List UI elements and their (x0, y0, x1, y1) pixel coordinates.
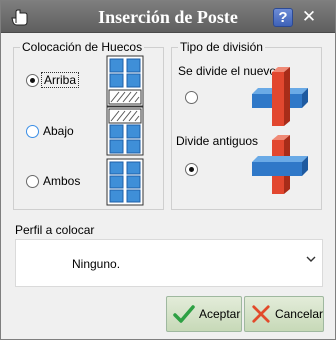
radio-ambos[interactable]: Ambos (26, 172, 80, 190)
perfil-select[interactable]: Ninguno. (15, 239, 323, 287)
window-both-hollow-icon (106, 158, 144, 206)
radio-divide-antiguos[interactable] (185, 160, 198, 178)
help-button[interactable]: ? (273, 8, 293, 27)
dialog-window: Inserción de Poste ? ✕ Colocación de Hue… (0, 0, 336, 340)
perfil-label: Perfil a colocar (15, 223, 95, 237)
tipo-option-2-label: Divide antiguos (176, 134, 259, 148)
checkmark-icon (173, 305, 195, 323)
radio-abajo[interactable]: Abajo (26, 122, 74, 140)
window-bottom-hollow-icon (106, 106, 144, 156)
window-top-hollow-icon (106, 55, 144, 107)
close-icon: ✕ (301, 7, 317, 26)
help-icon: ? (278, 9, 288, 26)
perfil-select-value: Ninguno. (72, 257, 121, 271)
radio-ambos-indicator[interactable] (26, 174, 39, 188)
post-split-old-icon (252, 135, 308, 194)
radio-arriba[interactable]: Arriba (26, 71, 80, 89)
accept-button[interactable]: Aceptar (166, 296, 242, 332)
cancel-button-label: Cancelar (274, 307, 323, 321)
radio-ambos-label: Ambos (43, 174, 81, 188)
radio-se-divide-nuevo-indicator[interactable] (185, 90, 198, 104)
colocacion-group: Colocación de Huecos Arriba Abajo Ambos (13, 40, 164, 210)
radio-se-divide-nuevo[interactable] (185, 88, 198, 106)
radio-abajo-label: Abajo (43, 124, 74, 138)
title-bar[interactable]: Inserción de Poste ? ✕ (1, 1, 335, 33)
cross-icon (252, 305, 270, 323)
cancel-button[interactable]: Cancelar (244, 296, 324, 332)
radio-arriba-label: Arriba (41, 72, 80, 88)
radio-abajo-indicator[interactable] (26, 124, 39, 138)
accept-button-label: Aceptar (199, 307, 241, 321)
colocacion-legend: Colocación de Huecos (20, 40, 145, 54)
radio-divide-antiguos-indicator[interactable] (185, 162, 198, 176)
tipo-legend: Tipo de división (178, 40, 265, 54)
chevron-down-icon[interactable] (306, 255, 316, 263)
radio-arriba-indicator[interactable] (26, 73, 39, 87)
post-split-new-icon (252, 67, 308, 126)
tipo-group: Tipo de división Se divide el nuevo Divi… (171, 40, 322, 210)
close-button[interactable]: ✕ (299, 8, 319, 27)
